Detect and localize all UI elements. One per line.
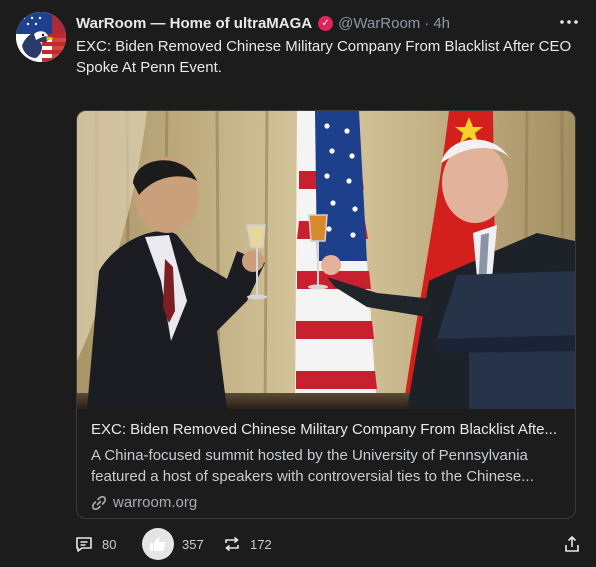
separator-dot: · [424,14,430,32]
share-icon [562,534,582,554]
more-options-icon[interactable] [558,12,580,32]
post-time[interactable]: 4h [433,15,450,32]
share-button[interactable] [562,526,582,562]
repost-icon [222,534,242,554]
link-icon [91,495,107,511]
link-preview-card[interactable]: EXC: Biden Removed Chinese Military Comp… [76,110,576,519]
card-description: A China-focused summit hosted by the Uni… [91,447,534,485]
like-button[interactable]: 357 [142,526,204,562]
post-header: WarRoom — Home of ultraMAGA ✓ @WarRoom ·… [76,13,552,33]
avatar[interactable] [16,12,66,62]
repost-count: 172 [250,536,272,552]
reply-count: 80 [102,536,117,552]
post-text: EXC: Biden Removed Chinese Military Comp… [76,38,572,76]
photo-toast-image [77,111,575,409]
verified-badge-icon: ✓ [318,15,334,31]
repost-button[interactable]: 172 [222,526,272,562]
card-domain-text: warroom.org [113,494,198,511]
like-count: 357 [182,536,204,552]
reply-button[interactable]: 80 [74,526,116,562]
card-image[interactable] [77,111,575,409]
user-handle[interactable]: @WarRoom [338,15,420,32]
thumbs-up-icon [142,528,174,560]
post-actions: 80 357 172 [74,526,582,562]
comment-icon [74,534,94,554]
card-body: EXC: Biden Removed Chinese Military Comp… [91,420,561,511]
eagle-flag-icon [16,12,66,62]
card-domain[interactable]: warroom.org [91,494,561,511]
social-post: WarRoom — Home of ultraMAGA ✓ @WarRoom ·… [0,0,596,567]
display-name[interactable]: WarRoom — Home of ultraMAGA [76,15,312,32]
card-title[interactable]: EXC: Biden Removed Chinese Military Comp… [91,420,561,440]
